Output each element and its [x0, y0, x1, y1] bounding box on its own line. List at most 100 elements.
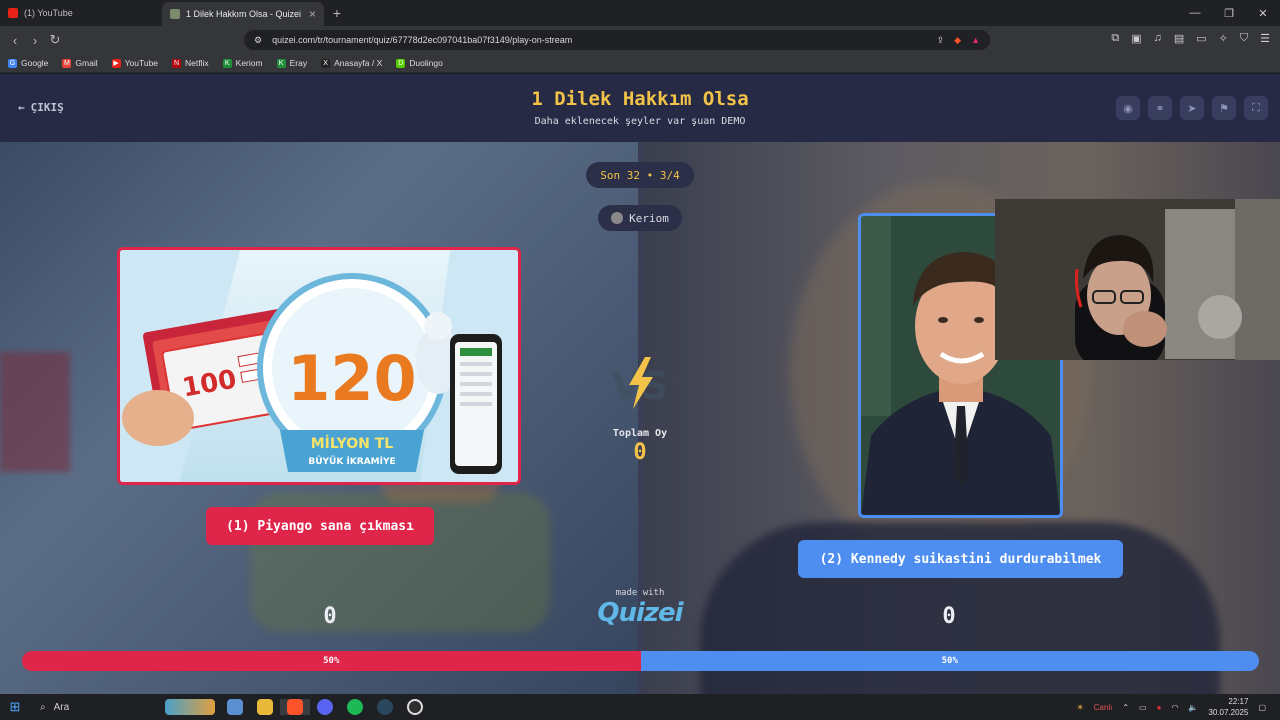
bookmark-netflix[interactable]: N Netflix: [172, 58, 209, 68]
vote-option2-button[interactable]: (2) Kennedy suikastini durdurabilmek: [798, 540, 1123, 578]
bookmark-eray[interactable]: K Eray: [276, 58, 307, 68]
minimize-icon[interactable]: —: [1178, 0, 1212, 26]
search-icon: ⌕: [40, 701, 46, 713]
fullscreen-icon[interactable]: ⛶: [1244, 96, 1268, 120]
netflix-icon: N: [172, 58, 182, 68]
avatar: [611, 212, 624, 224]
flag-icon[interactable]: ⚑: [1212, 96, 1236, 120]
record-icon[interactable]: ●: [1157, 703, 1162, 712]
option1-image[interactable]: 100 120 MİLYON TL BÜYÜK İKRAMİYE: [117, 247, 521, 485]
calendar-app-icon[interactable]: [220, 699, 250, 715]
spotify-icon[interactable]: [340, 699, 370, 715]
tab-youtube[interactable]: (1) YouTube: [0, 0, 162, 26]
vote-progress-bar: 50% 50%: [22, 651, 1259, 671]
option1-progress: 50%: [22, 651, 641, 671]
discord-icon[interactable]: [310, 699, 340, 715]
leo-icon[interactable]: ✧: [1219, 32, 1228, 45]
chevron-up-icon[interactable]: ⌃: [1122, 703, 1129, 712]
tab-quizei[interactable]: 1 Dilek Hakkım Olsa - Quizei ×: [162, 2, 324, 26]
windows-start-icon[interactable]: ⊞: [0, 699, 30, 715]
extensions-icon[interactable]: ⧉: [1111, 32, 1119, 45]
quizei-favicon-icon: [170, 9, 180, 19]
close-tab-icon[interactable]: ×: [309, 7, 316, 21]
media-icon[interactable]: ♫: [1154, 32, 1162, 45]
brave-rewards-icon[interactable]: ▲: [971, 35, 980, 45]
streamer-badge: Keriom: [598, 205, 682, 231]
bookmark-x[interactable]: X Anasayfa / X: [321, 58, 382, 68]
send-icon[interactable]: ➤: [1180, 96, 1204, 120]
header-actions: ◉ ⚭ ➤ ⚑ ⛶: [1116, 96, 1268, 120]
webcam-overlay: [995, 199, 1280, 360]
tab-title: (1) YouTube: [24, 8, 73, 18]
x-icon: X: [321, 58, 331, 68]
vote-option1-button[interactable]: (1) Piyango sana çıkması: [206, 507, 434, 545]
jackpot-unit: MİLYON TL: [311, 435, 394, 452]
browser-tab-strip: (1) YouTube 1 Dilek Hakkım Olsa - Quizei…: [0, 0, 1280, 26]
site-info-icon[interactable]: ⚙: [254, 35, 262, 46]
back-icon[interactable]: ‹: [5, 33, 25, 48]
bookmark-keriom[interactable]: K Keriom: [222, 58, 263, 68]
reload-icon[interactable]: ↻: [45, 32, 65, 48]
youtube-favicon-icon: [8, 8, 18, 18]
wifi-icon[interactable]: ◠: [1171, 703, 1178, 712]
option1-vote-count: 0: [323, 604, 337, 629]
network-icon[interactable]: ▭: [1139, 703, 1147, 712]
bookmarks-bar: G Google M Gmail ▶ YouTube N Netflix K Keriom…: [0, 54, 1280, 73]
restore-icon[interactable]: ❐: [1212, 0, 1246, 26]
total-votes-label: Toplam Oy: [612, 428, 668, 439]
vpn-icon[interactable]: ⛉: [1240, 32, 1248, 45]
notifications-icon[interactable]: ▢: [1258, 703, 1266, 712]
address-bar[interactable]: ⚙ quizei.com/tr/tournament/quiz/67778d2e…: [244, 30, 990, 50]
file-explorer-icon[interactable]: [250, 699, 280, 715]
url-text: quizei.com/tr/tournament/quiz/67778d2ec0…: [272, 35, 573, 45]
lottery-illustration: 100 120 MİLYON TL BÜYÜK İKRAMİYE: [120, 250, 518, 482]
search-label: Ara: [53, 701, 70, 713]
link-icon[interactable]: ⚭: [1148, 96, 1172, 120]
duolingo-icon: D: [396, 58, 406, 68]
youtube-icon: ▶: [111, 58, 121, 68]
volume-icon[interactable]: 🔈: [1188, 703, 1198, 712]
weather-icon[interactable]: ☀: [1076, 703, 1083, 712]
total-votes-value: 0: [633, 440, 647, 465]
quizei-logo[interactable]: Quizei: [590, 598, 690, 628]
streamer-name: Keriom: [629, 211, 669, 225]
option2-progress: 50%: [640, 651, 1259, 671]
quiz-header: ← ÇIKIŞ 1 Dilek Hakkım Olsa Daha eklenec…: [0, 74, 1280, 142]
screenshot-icon[interactable]: ▣: [1131, 32, 1141, 45]
new-tab-button[interactable]: +: [324, 0, 350, 26]
weather-label: Canlı: [1093, 702, 1113, 712]
bookmark-duolingo[interactable]: D Duolingo: [396, 58, 443, 68]
brave-browser-icon[interactable]: [280, 699, 310, 715]
menu-icon[interactable]: ☰: [1260, 32, 1270, 45]
option2-vote-count: 0: [942, 604, 956, 629]
clock-date: 30.07.2025: [1208, 708, 1249, 717]
sidebar-icon[interactable]: ▤: [1174, 32, 1184, 45]
jackpot-caption: BÜYÜK İKRAMİYE: [308, 456, 395, 467]
browser-navbar: ‹ › ↻ ⚙ quizei.com/tr/tournament/quiz/67…: [0, 26, 1280, 54]
webcam-feed: [995, 199, 1280, 360]
share-icon[interactable]: ⇪: [937, 35, 945, 46]
made-with-label: made with: [615, 588, 665, 598]
clock[interactable]: 22:17 30.07.2025: [1208, 696, 1248, 718]
kick-icon: K: [222, 58, 232, 68]
brave-shield-icon[interactable]: ◆: [954, 35, 961, 46]
eye-icon[interactable]: ◉: [1116, 96, 1140, 120]
widgets-icon[interactable]: [160, 699, 220, 715]
obs-icon[interactable]: [400, 699, 430, 715]
bookmark-youtube[interactable]: ▶ YouTube: [111, 58, 158, 68]
wallet-icon[interactable]: ▭: [1196, 32, 1206, 45]
taskbar-search[interactable]: ⌕ Ara: [30, 702, 160, 713]
jackpot-amount: 120: [287, 342, 416, 415]
steam-icon[interactable]: [370, 699, 400, 715]
bookmark-google[interactable]: G Google: [8, 58, 48, 68]
bookmark-gmail[interactable]: M Gmail: [62, 58, 98, 68]
page-title: 1 Dilek Hakkım Olsa: [531, 88, 749, 110]
gmail-icon: M: [62, 58, 72, 68]
system-tray: ☀ Canlı ⌃ ▭ ● ◠ 🔈 22:17 30.07.2025 ▢: [1076, 694, 1280, 720]
kick-icon: K: [276, 58, 286, 68]
versus-icon: VS: [612, 357, 668, 409]
close-window-icon[interactable]: ✕: [1246, 0, 1280, 26]
extension-toolbar: ⧉ ▣ ♫ ▤ ▭ ✧ ⛉ ☰: [1111, 32, 1270, 45]
forward-icon[interactable]: ›: [25, 33, 45, 48]
window-controls: — ❐ ✕: [1178, 0, 1280, 26]
